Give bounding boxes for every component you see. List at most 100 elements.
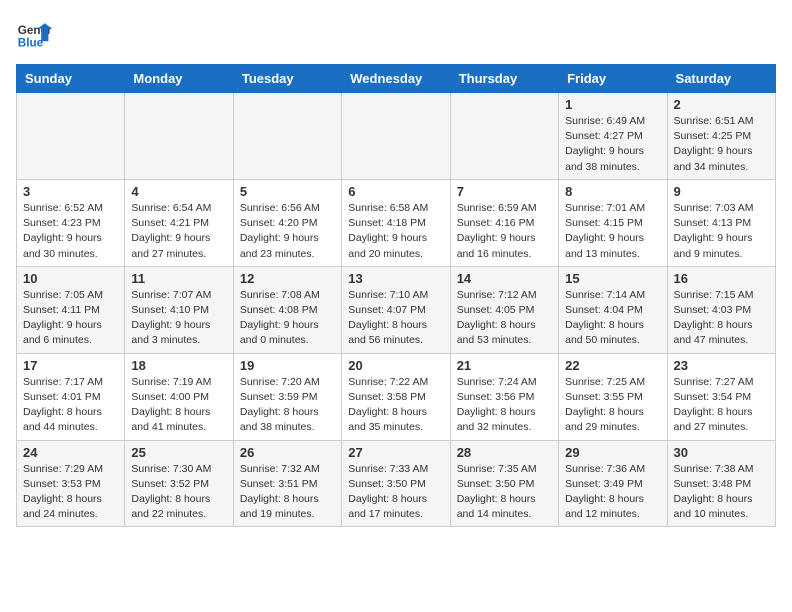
calendar-day-cell: 2Sunrise: 6:51 AM Sunset: 4:25 PM Daylig…	[667, 93, 775, 180]
day-number: 5	[240, 184, 335, 199]
calendar-day-cell: 4 Sunrise: 6:54 AM Sunset: 4:21 PM Daylig…	[125, 179, 233, 266]
day-info: Sunrise: 7:12 AM Sunset: 4:05 PM Dayligh…	[457, 288, 552, 349]
weekday-header-saturday: Saturday	[667, 65, 775, 93]
day-info: Sunrise: 7:20 AM Sunset: 3:59 PM Dayligh…	[240, 375, 335, 436]
calendar-day-cell: 25 Sunrise: 7:30 AM Sunset: 3:52 PM Dayli…	[125, 440, 233, 527]
calendar-day-cell: 8Sunrise: 7:01 AM Sunset: 4:15 PM Daylig…	[559, 179, 667, 266]
calendar-day-cell	[233, 93, 341, 180]
weekday-header-friday: Friday	[559, 65, 667, 93]
day-number: 14	[457, 271, 552, 286]
day-number: 23	[674, 358, 769, 373]
calendar-day-cell: 14 Sunrise: 7:12 AM Sunset: 4:05 PM Dayli…	[450, 266, 558, 353]
calendar-header-row: SundayMondayTuesdayWednesdayThursdayFrid…	[17, 65, 776, 93]
calendar-day-cell: 16 Sunrise: 7:15 AM Sunset: 4:03 PM Dayli…	[667, 266, 775, 353]
calendar-day-cell: 26 Sunrise: 7:32 AM Sunset: 3:51 PM Dayli…	[233, 440, 341, 527]
day-info: Sunrise: 7:29 AM Sunset: 3:53 PM Dayligh…	[23, 462, 118, 523]
day-info: Sunrise: 6:58 AM Sunset: 4:18 PM Dayligh…	[348, 201, 443, 262]
calendar-day-cell: 27Sunrise: 7:33 AM Sunset: 3:50 PM Dayli…	[342, 440, 450, 527]
calendar-day-cell: 7Sunrise: 6:59 AM Sunset: 4:16 PM Daylig…	[450, 179, 558, 266]
calendar-week-row: 10Sunrise: 7:05 AM Sunset: 4:11 PM Dayli…	[17, 266, 776, 353]
day-info: Sunrise: 7:17 AM Sunset: 4:01 PM Dayligh…	[23, 375, 118, 436]
day-number: 8	[565, 184, 660, 199]
day-info: Sunrise: 7:08 AM Sunset: 4:08 PM Dayligh…	[240, 288, 335, 349]
calendar-day-cell: 20 Sunrise: 7:22 AM Sunset: 3:58 PM Dayli…	[342, 353, 450, 440]
weekday-header-tuesday: Tuesday	[233, 65, 341, 93]
day-number: 24	[23, 445, 118, 460]
calendar-day-cell: 19 Sunrise: 7:20 AM Sunset: 3:59 PM Dayli…	[233, 353, 341, 440]
weekday-header-thursday: Thursday	[450, 65, 558, 93]
calendar-day-cell	[17, 93, 125, 180]
day-info: Sunrise: 6:52 AM Sunset: 4:23 PM Dayligh…	[23, 201, 118, 262]
day-number: 21	[457, 358, 552, 373]
weekday-header-monday: Monday	[125, 65, 233, 93]
calendar-week-row: 1 Sunrise: 6:49 AM Sunset: 4:27 PM Daylig…	[17, 93, 776, 180]
day-number: 15	[565, 271, 660, 286]
day-info: Sunrise: 7:30 AM Sunset: 3:52 PM Dayligh…	[131, 462, 226, 523]
calendar-day-cell	[125, 93, 233, 180]
day-number: 25	[131, 445, 226, 460]
calendar-day-cell: 15 Sunrise: 7:14 AM Sunset: 4:04 PM Dayli…	[559, 266, 667, 353]
day-number: 4	[131, 184, 226, 199]
header: General Blue	[16, 16, 776, 52]
day-number: 20	[348, 358, 443, 373]
day-number: 17	[23, 358, 118, 373]
day-info: Sunrise: 6:59 AM Sunset: 4:16 PM Dayligh…	[457, 201, 552, 262]
day-number: 9	[674, 184, 769, 199]
calendar-day-cell: 17 Sunrise: 7:17 AM Sunset: 4:01 PM Dayli…	[17, 353, 125, 440]
svg-text:Blue: Blue	[18, 37, 44, 50]
weekday-header-sunday: Sunday	[17, 65, 125, 93]
day-info: Sunrise: 7:27 AM Sunset: 3:54 PM Dayligh…	[674, 375, 769, 436]
day-info: Sunrise: 7:10 AM Sunset: 4:07 PM Dayligh…	[348, 288, 443, 349]
calendar-day-cell	[342, 93, 450, 180]
day-info: Sunrise: 7:32 AM Sunset: 3:51 PM Dayligh…	[240, 462, 335, 523]
day-info: Sunrise: 7:14 AM Sunset: 4:04 PM Dayligh…	[565, 288, 660, 349]
calendar-day-cell: 29 Sunrise: 7:36 AM Sunset: 3:49 PM Dayli…	[559, 440, 667, 527]
calendar-day-cell: 21 Sunrise: 7:24 AM Sunset: 3:56 PM Dayli…	[450, 353, 558, 440]
day-info: Sunrise: 6:49 AM Sunset: 4:27 PM Dayligh…	[565, 114, 660, 175]
calendar-day-cell: 5 Sunrise: 6:56 AM Sunset: 4:20 PM Daylig…	[233, 179, 341, 266]
calendar-day-cell: 28 Sunrise: 7:35 AM Sunset: 3:50 PM Dayli…	[450, 440, 558, 527]
calendar-day-cell: 30 Sunrise: 7:38 AM Sunset: 3:48 PM Dayli…	[667, 440, 775, 527]
day-number: 6	[348, 184, 443, 199]
day-info: Sunrise: 7:07 AM Sunset: 4:10 PM Dayligh…	[131, 288, 226, 349]
day-number: 3	[23, 184, 118, 199]
calendar-body: 1 Sunrise: 6:49 AM Sunset: 4:27 PM Daylig…	[17, 93, 776, 527]
calendar-table: SundayMondayTuesdayWednesdayThursdayFrid…	[16, 64, 776, 527]
day-info: Sunrise: 7:33 AM Sunset: 3:50 PM Dayligh…	[348, 462, 443, 523]
day-number: 13	[348, 271, 443, 286]
day-number: 22	[565, 358, 660, 373]
calendar-day-cell: 22Sunrise: 7:25 AM Sunset: 3:55 PM Dayli…	[559, 353, 667, 440]
day-number: 19	[240, 358, 335, 373]
calendar-day-cell: 12 Sunrise: 7:08 AM Sunset: 4:08 PM Dayli…	[233, 266, 341, 353]
day-number: 2	[674, 97, 769, 112]
day-number: 12	[240, 271, 335, 286]
day-number: 30	[674, 445, 769, 460]
calendar-day-cell: 10Sunrise: 7:05 AM Sunset: 4:11 PM Dayli…	[17, 266, 125, 353]
day-info: Sunrise: 6:56 AM Sunset: 4:20 PM Dayligh…	[240, 201, 335, 262]
calendar-day-cell: 3 Sunrise: 6:52 AM Sunset: 4:23 PM Daylig…	[17, 179, 125, 266]
calendar-day-cell: 11Sunrise: 7:07 AM Sunset: 4:10 PM Dayli…	[125, 266, 233, 353]
day-info: Sunrise: 7:03 AM Sunset: 4:13 PM Dayligh…	[674, 201, 769, 262]
calendar-day-cell: 23 Sunrise: 7:27 AM Sunset: 3:54 PM Dayli…	[667, 353, 775, 440]
day-info: Sunrise: 6:54 AM Sunset: 4:21 PM Dayligh…	[131, 201, 226, 262]
day-number: 26	[240, 445, 335, 460]
calendar-week-row: 3 Sunrise: 6:52 AM Sunset: 4:23 PM Daylig…	[17, 179, 776, 266]
day-number: 10	[23, 271, 118, 286]
day-info: Sunrise: 7:38 AM Sunset: 3:48 PM Dayligh…	[674, 462, 769, 523]
day-info: Sunrise: 7:15 AM Sunset: 4:03 PM Dayligh…	[674, 288, 769, 349]
calendar-day-cell: 18Sunrise: 7:19 AM Sunset: 4:00 PM Dayli…	[125, 353, 233, 440]
day-info: Sunrise: 7:36 AM Sunset: 3:49 PM Dayligh…	[565, 462, 660, 523]
calendar-week-row: 17 Sunrise: 7:17 AM Sunset: 4:01 PM Dayli…	[17, 353, 776, 440]
weekday-header-wednesday: Wednesday	[342, 65, 450, 93]
day-info: Sunrise: 7:19 AM Sunset: 4:00 PM Dayligh…	[131, 375, 226, 436]
calendar-day-cell: 1 Sunrise: 6:49 AM Sunset: 4:27 PM Daylig…	[559, 93, 667, 180]
day-number: 29	[565, 445, 660, 460]
day-info: Sunrise: 7:24 AM Sunset: 3:56 PM Dayligh…	[457, 375, 552, 436]
day-number: 16	[674, 271, 769, 286]
day-info: Sunrise: 7:22 AM Sunset: 3:58 PM Dayligh…	[348, 375, 443, 436]
calendar-day-cell: 9 Sunrise: 7:03 AM Sunset: 4:13 PM Daylig…	[667, 179, 775, 266]
calendar-week-row: 24 Sunrise: 7:29 AM Sunset: 3:53 PM Dayli…	[17, 440, 776, 527]
day-number: 28	[457, 445, 552, 460]
day-info: Sunrise: 7:35 AM Sunset: 3:50 PM Dayligh…	[457, 462, 552, 523]
day-number: 1	[565, 97, 660, 112]
